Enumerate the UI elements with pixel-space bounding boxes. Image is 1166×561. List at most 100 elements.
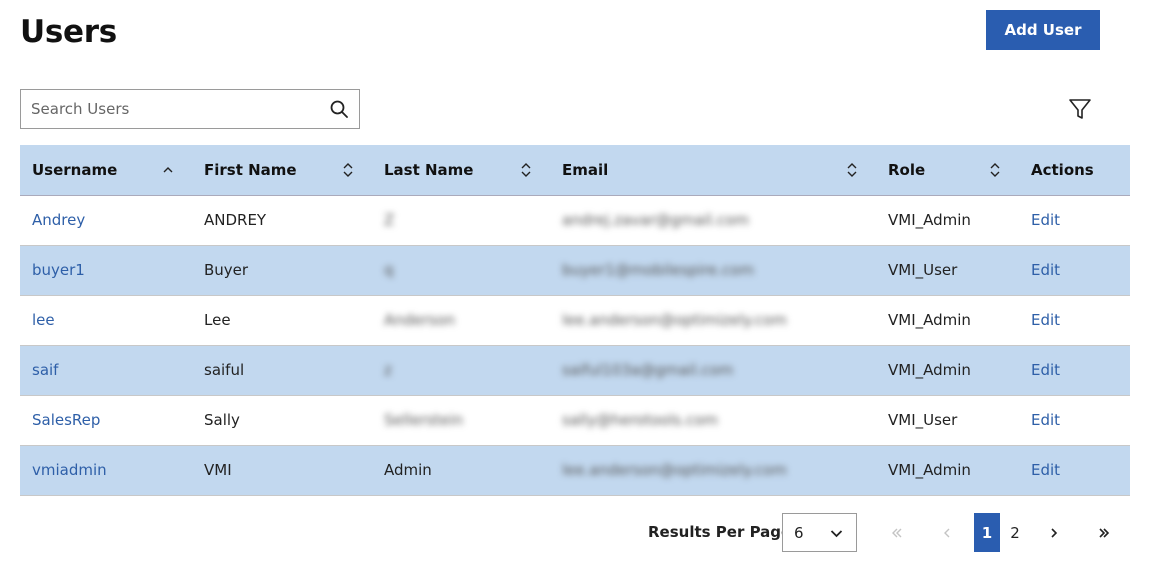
username-cell[interactable]: saif (20, 345, 192, 396)
previous-page-button[interactable] (934, 513, 960, 552)
username-link[interactable]: buyer1 (32, 261, 85, 279)
username-cell[interactable]: SalesRep (20, 395, 192, 446)
email-cell: andrej.zavar@gmail.com (550, 195, 876, 246)
last-name-cell: Anderson (372, 295, 550, 346)
column-header-last-name[interactable]: Last Name (372, 145, 550, 196)
email-cell: saiful103a@gmail.com (550, 345, 876, 396)
last-name-cell: Admin (372, 445, 550, 496)
actions-cell: Edit (1019, 195, 1130, 246)
results-per-page-label: Results Per Page (648, 523, 792, 541)
last-name-cell: Z (372, 195, 550, 246)
email-text: lee.anderson@optimizely.com (562, 461, 787, 479)
page-2-button[interactable]: 2 (1002, 513, 1028, 552)
email-text: buyer1@mobilespire.com (562, 261, 755, 279)
username-cell[interactable]: buyer1 (20, 245, 192, 296)
page-1-button[interactable]: 1 (974, 513, 1000, 552)
role-cell: VMI_User (876, 395, 1019, 446)
column-header-label: Actions (1031, 160, 1094, 179)
username-link[interactable]: lee (32, 311, 55, 329)
last-name-cell: q (372, 245, 550, 296)
last-name-text: Anderson (384, 311, 456, 329)
chevron-left-icon (944, 528, 950, 537)
last-name-cell: Sellerstein (372, 395, 550, 446)
email-text: lee.anderson@optimizely.com (562, 311, 787, 329)
column-header-role[interactable]: Role (876, 145, 1019, 196)
email-cell: sally@herotools.com (550, 395, 876, 446)
edit-link[interactable]: Edit (1031, 261, 1060, 279)
actions-cell: Edit (1019, 345, 1130, 396)
users-table: Username First Name Last Name Email Role… (20, 145, 1130, 496)
edit-link[interactable]: Edit (1031, 211, 1060, 229)
actions-cell: Edit (1019, 245, 1130, 296)
table-row: buyer1 Buyer q buyer1@mobilespire.com VM… (20, 245, 1130, 296)
actions-cell: Edit (1019, 295, 1130, 346)
first-name-cell: ANDREY (192, 195, 372, 246)
column-header-label: Role (888, 160, 926, 179)
actions-cell: Edit (1019, 445, 1130, 496)
table-row: lee Lee Anderson lee.anderson@optimizely… (20, 295, 1130, 346)
table-row: SalesRep Sally Sellerstein sally@herotoo… (20, 395, 1130, 446)
search-icon[interactable] (330, 100, 348, 118)
edit-link[interactable]: Edit (1031, 461, 1060, 479)
username-cell[interactable]: Andrey (20, 195, 192, 246)
double-chevron-right-icon (1099, 527, 1110, 538)
sort-icon[interactable] (520, 162, 532, 178)
chevron-down-icon (830, 530, 843, 538)
column-header-label: Username (32, 160, 118, 179)
column-header-label: Email (562, 160, 609, 179)
first-name-cell: Buyer (192, 245, 372, 296)
email-cell: buyer1@mobilespire.com (550, 245, 876, 296)
email-text: andrej.zavar@gmail.com (562, 211, 749, 229)
edit-link[interactable]: Edit (1031, 411, 1060, 429)
next-page-button[interactable] (1041, 513, 1067, 552)
email-cell: lee.anderson@optimizely.com (550, 445, 876, 496)
search-box (20, 89, 360, 129)
username-cell[interactable]: vmiadmin (20, 445, 192, 496)
actions-cell: Edit (1019, 395, 1130, 446)
edit-link[interactable]: Edit (1031, 361, 1060, 379)
email-text: sally@herotools.com (562, 411, 718, 429)
column-header-actions: Actions (1019, 145, 1130, 196)
edit-link[interactable]: Edit (1031, 311, 1060, 329)
last-name-text: Z (384, 211, 395, 229)
column-header-label: First Name (204, 160, 297, 179)
email-text: saiful103a@gmail.com (562, 361, 734, 379)
sort-icon[interactable] (846, 162, 858, 178)
results-per-page-select[interactable]: 6 (782, 513, 857, 552)
username-link[interactable]: saif (32, 361, 58, 379)
table-row: vmiadmin VMI Admin lee.anderson@optimize… (20, 445, 1130, 496)
first-page-button[interactable] (884, 513, 910, 552)
role-cell: VMI_User (876, 245, 1019, 296)
last-name-cell: z (372, 345, 550, 396)
last-page-button[interactable] (1091, 513, 1117, 552)
chevron-right-icon (1051, 527, 1058, 538)
username-link[interactable]: SalesRep (32, 411, 100, 429)
table-row: saif saiful z saiful103a@gmail.com VMI_A… (20, 345, 1130, 396)
table-header-row: Username First Name Last Name Email Role… (20, 145, 1130, 196)
email-cell: lee.anderson@optimizely.com (550, 295, 876, 346)
add-user-button[interactable]: Add User (986, 10, 1100, 50)
search-input[interactable] (21, 90, 311, 128)
role-cell: VMI_Admin (876, 295, 1019, 346)
first-name-cell: Sally (192, 395, 372, 446)
column-header-first-name[interactable]: First Name (192, 145, 372, 196)
filter-icon[interactable] (1068, 97, 1092, 121)
role-cell: VMI_Admin (876, 345, 1019, 396)
username-cell[interactable]: lee (20, 295, 192, 346)
username-link[interactable]: Andrey (32, 211, 85, 229)
last-name-text: q (384, 261, 394, 279)
sort-icon[interactable] (989, 162, 1001, 178)
column-header-email[interactable]: Email (550, 145, 876, 196)
table-row: Andrey ANDREY Z andrej.zavar@gmail.com V… (20, 195, 1130, 246)
column-header-username[interactable]: Username (20, 145, 192, 196)
sort-ascending-icon[interactable] (162, 162, 174, 178)
results-per-page-value: 6 (794, 524, 804, 542)
column-header-label: Last Name (384, 160, 474, 179)
double-chevron-left-icon (892, 528, 902, 537)
first-name-cell: saiful (192, 345, 372, 396)
page-title: Users (20, 14, 117, 50)
last-name-text: Sellerstein (384, 411, 464, 429)
sort-icon[interactable] (342, 162, 354, 178)
first-name-cell: Lee (192, 295, 372, 346)
username-link[interactable]: vmiadmin (32, 461, 107, 479)
